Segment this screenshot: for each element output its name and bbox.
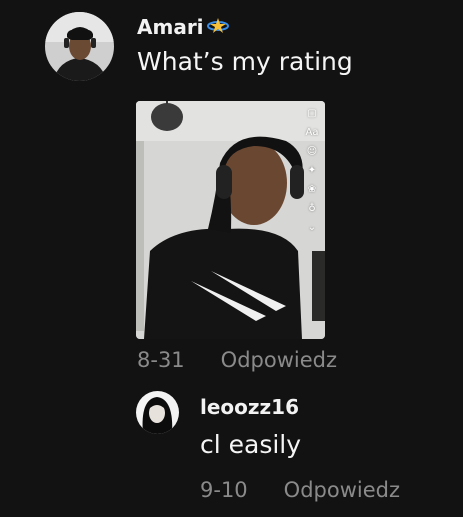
comment-date: 9-10 <box>200 478 248 502</box>
avatar[interactable] <box>45 12 114 81</box>
filter-icon[interactable]: ❀ <box>308 183 316 196</box>
comment-date: 8-31 <box>137 348 185 372</box>
photo-toolbar: ▢ Aa ☺ ✦ ❀ ♁ ⌄ <box>304 107 320 234</box>
username[interactable]: leoozz16 <box>200 395 299 419</box>
sparkle-icon[interactable]: ✦ <box>308 164 316 177</box>
text-style-label[interactable]: Aa <box>306 126 319 139</box>
comment-photo[interactable]: ▢ Aa ☺ ✦ ❀ ♁ ⌄ <box>136 101 325 339</box>
halo-star-emoji-icon <box>206 15 230 39</box>
comment-meta: 9-10 Odpowiedz <box>200 478 400 502</box>
comment-meta: 8-31 Odpowiedz <box>137 348 337 372</box>
text-box-icon[interactable]: ▢ <box>307 107 316 120</box>
username-text: Amari <box>137 15 204 39</box>
reply-button[interactable]: Odpowiedz <box>284 478 400 502</box>
mic-icon[interactable]: ♁ <box>308 202 315 215</box>
comment-text: cl easily <box>200 430 302 459</box>
comment-text: What’s my rating <box>137 47 353 76</box>
chevron-down-icon[interactable]: ⌄ <box>308 221 316 234</box>
username-text: leoozz16 <box>200 395 300 419</box>
sticker-icon[interactable]: ☺ <box>307 145 317 158</box>
avatar[interactable] <box>136 391 179 434</box>
reply-button[interactable]: Odpowiedz <box>221 348 337 372</box>
username[interactable]: Amari <box>137 15 230 39</box>
